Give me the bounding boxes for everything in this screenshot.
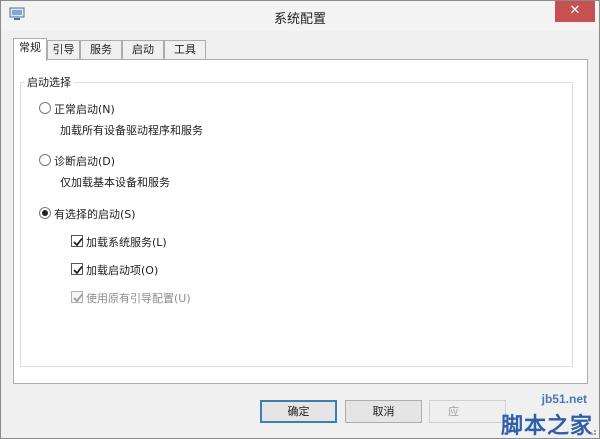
cancel-button[interactable]: 取消 [345, 400, 422, 423]
tab-general-label: 常规 [19, 41, 41, 54]
diagnostic-startup-description: 仅加载基本设备和服务 [60, 176, 170, 189]
use-original-boot-config-label: 使用原有引导配置(U) [86, 292, 191, 305]
load-startup-items-checkbox[interactable] [71, 263, 83, 275]
diagnostic-startup-radio[interactable] [39, 154, 51, 166]
use-original-boot-config-checkbox [71, 291, 83, 303]
tab-services[interactable]: 服务 [80, 40, 122, 60]
title-bar[interactable]: 系统配置 ✕ [1, 1, 599, 31]
tab-startup-label: 启动 [132, 43, 154, 56]
normal-startup-description: 加载所有设备驱动程序和服务 [60, 124, 203, 137]
normal-startup-label[interactable]: 正常启动(N) [54, 101, 115, 117]
tab-services-label: 服务 [90, 43, 112, 56]
tab-boot[interactable]: 引导 [47, 40, 80, 60]
window-title: 系统配置 [273, 12, 326, 27]
checkmark-icon [73, 293, 83, 303]
diagnostic-startup-label[interactable]: 诊断启动(D) [54, 153, 115, 169]
radio-selected-dot [42, 210, 48, 216]
tab-general[interactable]: 常规 [13, 38, 47, 61]
tab-tools-label: 工具 [174, 43, 196, 56]
load-startup-items-label[interactable]: 加载启动项(O) [86, 262, 158, 278]
close-button[interactable]: ✕ [555, 1, 595, 22]
system-config-window: 系统配置 ✕ 常规 引导 服务 启动 工具 启动选择 正常启动(N) 加载所有设… [0, 0, 600, 439]
checkmark-icon [73, 237, 83, 247]
site-watermark: jb51.net 脚本之家 [485, 392, 595, 439]
close-icon: ✕ [569, 3, 581, 18]
selective-startup-radio[interactable] [39, 207, 51, 219]
tab-boot-label: 引导 [52, 43, 75, 56]
load-system-services-checkbox[interactable] [71, 235, 83, 247]
ok-button[interactable]: 确定 [260, 400, 337, 423]
watermark-url: jb51.net [541, 392, 587, 406]
tab-tools[interactable]: 工具 [164, 40, 206, 60]
selective-startup-label[interactable]: 有选择的启动(S) [54, 206, 136, 222]
load-system-services-label[interactable]: 加载系统服务(L) [86, 234, 167, 250]
startup-selection-legend: 启动选择 [24, 74, 74, 90]
tab-startup[interactable]: 启动 [122, 40, 164, 60]
checkmark-icon [73, 265, 83, 275]
watermark-name: 脚本之家 [500, 414, 593, 439]
normal-startup-radio[interactable] [39, 102, 51, 114]
